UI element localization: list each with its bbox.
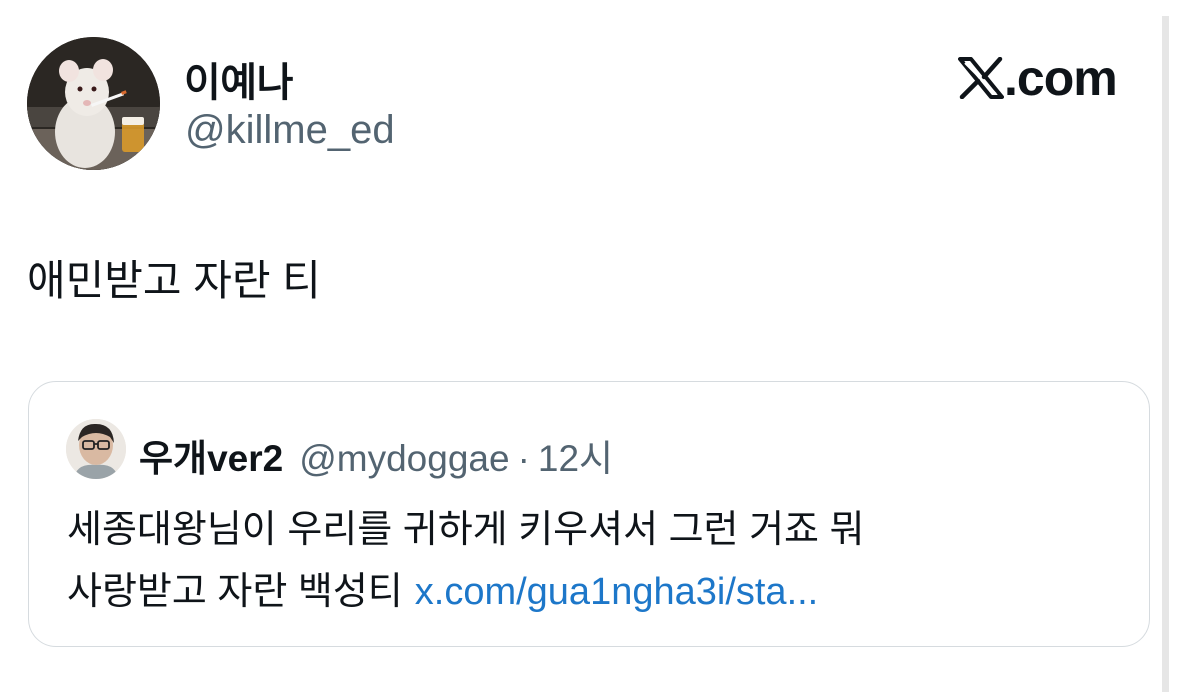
rat-photo-icon (27, 37, 160, 170)
x-logo-icon (958, 57, 1004, 99)
brand-domain-text: .com (1004, 50, 1118, 106)
quoted-author-handle[interactable]: @mydoggae (299, 438, 509, 480)
quoted-author-name[interactable]: 우개ver2 (139, 428, 283, 482)
quoted-tweet-card[interactable]: 우개ver2 @mydoggae · 12시 세종대왕님이 우리를 귀하게 키우… (28, 381, 1150, 647)
author-avatar[interactable] (27, 37, 160, 170)
quoted-tweet-line-2: 사랑받고 자란 백성티 x.com/gua1ngha3i/sta... (67, 560, 818, 615)
x-com-brand: .com (958, 50, 1118, 106)
quoted-tweet-time[interactable]: 12시 (538, 428, 613, 482)
author-handle[interactable]: @killme_ed (185, 108, 395, 153)
author-display-name[interactable]: 이예나 (184, 50, 293, 108)
quoted-author-avatar[interactable] (66, 419, 126, 479)
tweet-screenshot: 이예나 @killme_ed .com 애민받고 자란 티 우개ver2 @my… (0, 0, 1179, 692)
quoted-tweet-line-1: 세종대왕님이 우리를 귀하게 키우셔서 그런 거죠 뭐 (67, 509, 865, 551)
tweet-body-text: 애민받고 자란 티 (27, 257, 321, 304)
scrollbar-edge (1162, 16, 1169, 692)
quoted-tweet-header: 우개ver2 @mydoggae · 12시 (139, 428, 613, 482)
quoted-tweet-line-2-text: 사랑받고 자란 백성티 (67, 571, 403, 613)
quoted-tweet-link[interactable]: x.com/gua1ngha3i/sta... (415, 571, 818, 613)
header-separator: · (517, 438, 530, 479)
person-photo-icon (66, 419, 126, 479)
